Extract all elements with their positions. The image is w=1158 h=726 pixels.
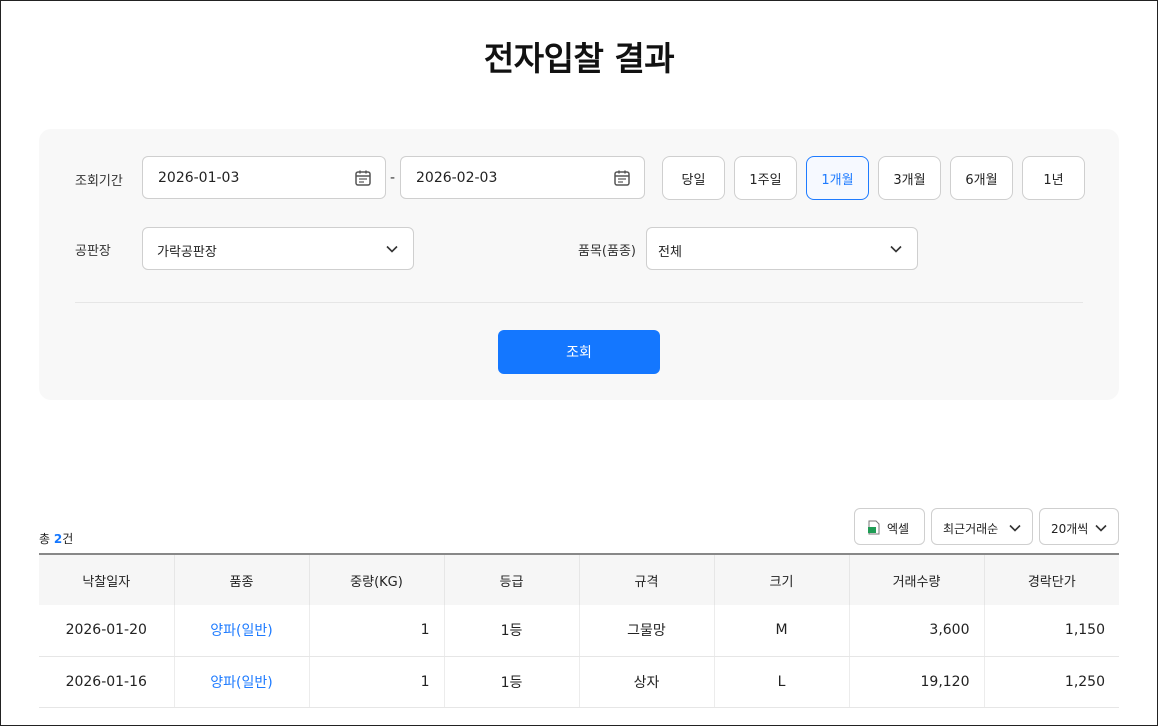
table-header-row: 낙찰일자 품종 중량(KG) 등급 규격 크기 거래수량 경락단가 (39, 554, 1119, 605)
cell-unit-price: 1,150 (984, 605, 1119, 657)
period-button-3-months[interactable]: 3개월 (878, 156, 941, 200)
cell-quantity: 3,600 (849, 605, 985, 657)
market-label: 공판장 (75, 244, 111, 259)
column-header-unit-price[interactable]: 경락단가 (984, 554, 1119, 605)
period-button-today[interactable]: 당일 (662, 156, 725, 200)
calendar-icon[interactable] (354, 169, 372, 187)
chevron-down-icon (1095, 524, 1107, 532)
cell-weight: 1 (309, 605, 445, 657)
sort-select[interactable]: 최근거래순 (931, 508, 1033, 545)
chevron-down-icon (1009, 524, 1021, 532)
page-title: 전자입찰 결과 (483, 39, 675, 78)
cell-unit-price: 1,250 (984, 656, 1119, 708)
column-header-variety[interactable]: 품종 (174, 554, 310, 605)
table-row: 2026-01-16 양파(일반) 1 1등 상자 L 19,120 1,250 (39, 656, 1119, 708)
results-table: 낙찰일자 품종 중량(KG) 등급 규격 크기 거래수량 경락단가 2026-0… (39, 553, 1119, 708)
cell-grade: 1등 (444, 656, 580, 708)
cell-quantity: 19,120 (849, 656, 985, 708)
period-label: 조회기간 (75, 174, 123, 189)
sort-select-value: 최근거래순 (943, 522, 999, 536)
period-button-1-month[interactable]: 1개월 (806, 156, 869, 200)
total-prefix: 총 (39, 532, 54, 546)
total-count: 총 2건 (39, 530, 73, 547)
total-count-number: 2 (53, 532, 63, 546)
search-button[interactable]: 조회 (498, 330, 660, 374)
excel-icon (868, 520, 880, 535)
end-date-value: 2026-02-03 (416, 170, 498, 186)
chevron-down-icon (386, 245, 398, 253)
item-select-value: 전체 (658, 245, 682, 260)
column-header-grade[interactable]: 등급 (444, 554, 580, 605)
market-select-value: 가락공판장 (157, 245, 217, 260)
column-header-quantity[interactable]: 거래수량 (849, 554, 985, 605)
market-select[interactable]: 가락공판장 (142, 227, 414, 270)
period-button-6-months[interactable]: 6개월 (950, 156, 1013, 200)
cell-variety-link[interactable]: 양파(일반) (174, 656, 310, 708)
cell-package: 그물망 (579, 605, 715, 657)
start-date-value: 2026-01-03 (158, 170, 240, 186)
date-separator: - (390, 170, 396, 186)
cell-variety-link[interactable]: 양파(일반) (174, 605, 310, 657)
total-suffix: 건 (62, 532, 74, 546)
panel-divider (75, 302, 1083, 303)
cell-bid-date: 2026-01-20 (39, 605, 175, 657)
page-size-select-value: 20개씩 (1051, 522, 1089, 536)
column-header-weight[interactable]: 중량(KG) (309, 554, 445, 605)
calendar-icon[interactable] (613, 169, 631, 187)
table-row: 2026-01-20 양파(일반) 1 1등 그물망 M 3,600 1,150 (39, 605, 1119, 657)
page-size-select[interactable]: 20개씩 (1039, 508, 1119, 545)
period-button-1-week[interactable]: 1주일 (734, 156, 797, 200)
cell-weight: 1 (309, 656, 445, 708)
item-label: 품목(품종) (578, 244, 636, 259)
cell-package: 상자 (579, 656, 715, 708)
cell-size: L (714, 656, 850, 708)
cell-size: M (714, 605, 850, 657)
column-header-package[interactable]: 규격 (579, 554, 715, 605)
item-select[interactable]: 전체 (646, 227, 918, 270)
column-header-size[interactable]: 크기 (714, 554, 850, 605)
period-button-1-year[interactable]: 1년 (1022, 156, 1085, 200)
cell-grade: 1등 (444, 605, 580, 657)
cell-bid-date: 2026-01-16 (39, 656, 175, 708)
start-date-field[interactable]: 2026-01-03 (142, 156, 386, 199)
chevron-down-icon (890, 245, 902, 253)
excel-download-button[interactable]: 엑셀 (854, 508, 925, 545)
excel-button-label: 엑셀 (887, 522, 910, 536)
end-date-field[interactable]: 2026-02-03 (400, 156, 645, 199)
column-header-bid-date[interactable]: 낙찰일자 (39, 554, 175, 605)
